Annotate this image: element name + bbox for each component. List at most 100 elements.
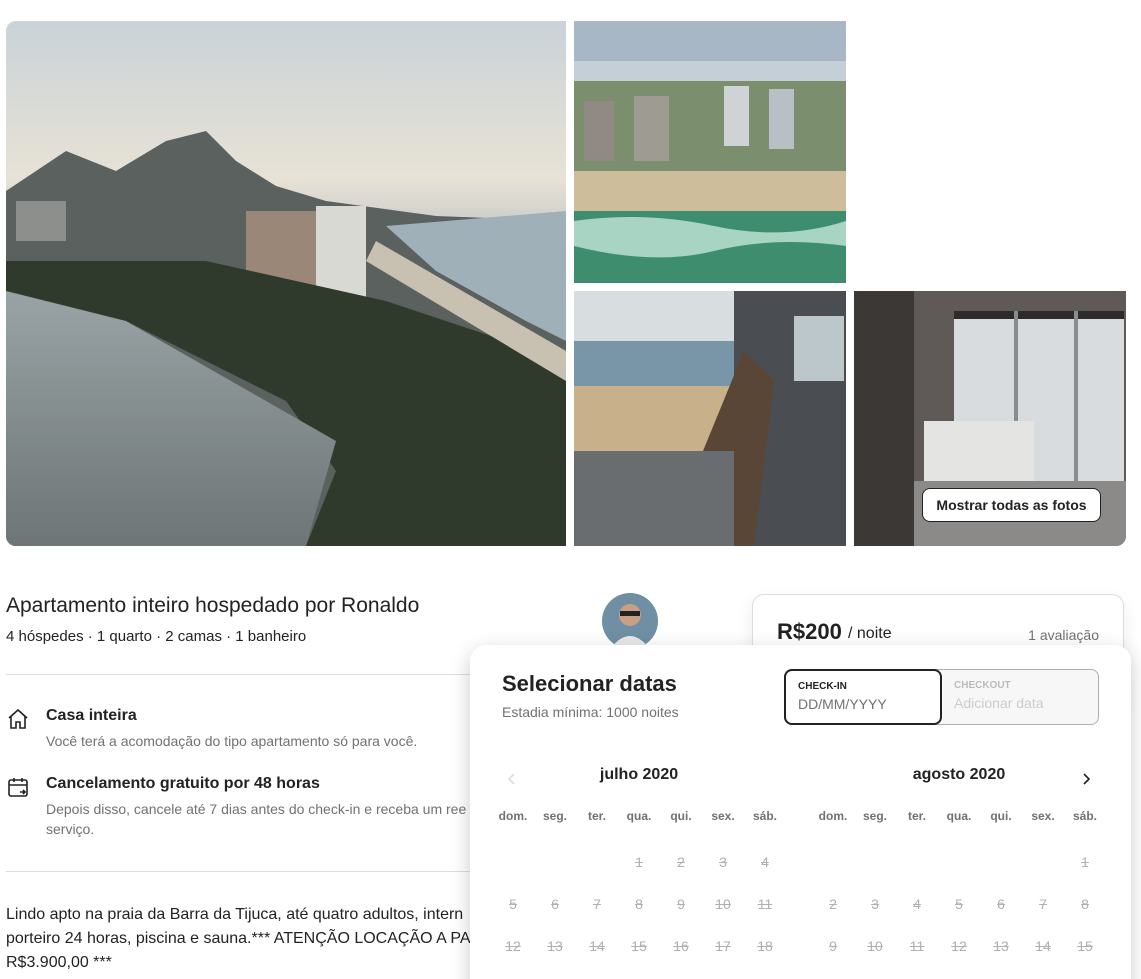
feature-description: Você terá a acomodação do tipo apartamen… — [46, 733, 418, 749]
checkin-label: CHECK-IN — [798, 681, 847, 692]
calendar-day-unavailable: 7 — [593, 896, 601, 912]
calendar-day-unavailable: 23 — [660, 967, 702, 979]
weekday-label: dom. — [818, 809, 848, 823]
calendar-day-unavailable: 11 — [909, 938, 925, 954]
calendar-day-unavailable: 6 — [997, 896, 1005, 912]
calendar-day-unavailable: 18 — [896, 967, 938, 979]
month-title: julho 2020 — [599, 766, 679, 783]
calendar-day-unavailable: 21 — [1022, 967, 1064, 979]
calendar-day-unavailable: 19 — [492, 967, 534, 979]
calendar-blank — [854, 841, 896, 883]
calendar-day-unavailable: 24 — [702, 967, 744, 979]
checkin-field[interactable]: CHECK-IN DD/MM/YYYY — [784, 669, 942, 725]
listing-description: Lindo apto na praia da Barra da Tijuca, … — [6, 906, 470, 971]
calendar-day-unavailable: 8 — [1081, 896, 1089, 912]
calendar-day-unavailable: 9 — [829, 938, 837, 954]
calendar-blank — [492, 841, 534, 883]
calendar-blank — [1022, 841, 1064, 883]
price-unit: / noite — [848, 625, 892, 642]
calendar-day-unavailable: 1 — [635, 854, 643, 870]
calendar-day-unavailable: 17 — [715, 938, 731, 954]
calendar-day-unavailable: 5 — [509, 896, 517, 912]
feature-description: Depois disso, cancele até 7 dias antes d… — [46, 801, 486, 837]
calendar-day-unavailable: 18 — [757, 938, 773, 954]
calendar-blank — [980, 841, 1022, 883]
listing-title: Apartamento inteiro hospedado por Ronald… — [6, 594, 420, 617]
show-all-photos-button[interactable]: Mostrar todas as fotos — [922, 488, 1101, 522]
calendar-month: agosto 2020 dom. seg. ter. qua. qui. sex. sáb.… — [812, 763, 1106, 954]
calendar-day-unavailable: 11 — [757, 896, 773, 912]
divider — [6, 871, 476, 872]
calendar-day-unavailable: 19 — [938, 967, 980, 979]
calendar-blank — [896, 841, 938, 883]
calendar-day-unavailable: 14 — [1035, 938, 1051, 954]
main-photo[interactable] — [6, 21, 566, 546]
host-avatar[interactable] — [602, 593, 658, 649]
reviews-link[interactable]: 1 avaliação — [1028, 627, 1099, 643]
weekday-row: dom. seg. ter. qua. qui. sex. sáb. — [812, 809, 1106, 823]
calendar-day-unavailable: 8 — [635, 896, 643, 912]
weekday-label: seg. — [862, 809, 887, 823]
calendar-day-unavailable: 22 — [618, 967, 660, 979]
calendar-day-unavailable: 13 — [993, 938, 1009, 954]
checkout-label: CHECKOUT — [954, 680, 1011, 691]
calendar-day-unavailable: 3 — [871, 896, 879, 912]
calendar-blank — [938, 841, 980, 883]
weekday-row: dom. seg. ter. qua. qui. sex. sáb. — [492, 809, 786, 823]
weekday-label: seg. — [542, 809, 567, 823]
calendar-day-unavailable: 17 — [854, 967, 896, 979]
weekday-label: qua. — [946, 809, 972, 823]
photo-balcony-hammock[interactable] — [574, 291, 846, 546]
feature-entire-home: Casa inteira Você terá a acomodação do t… — [6, 707, 476, 751]
feature-title: Cancelamento gratuito por 48 horas — [46, 775, 320, 792]
feature-title: Casa inteira — [46, 707, 137, 724]
weekday-label: ter. — [907, 809, 926, 823]
calendar-day-unavailable: 10 — [715, 896, 731, 912]
date-picker-popup: Selecionar datas Estadia mínima: 1000 no… — [470, 645, 1131, 979]
calendar-blank — [534, 841, 576, 883]
photo-beach-aerial[interactable] — [574, 21, 846, 283]
days-grid: 1234567891011121314151617181920212223242… — [492, 841, 786, 979]
checkout-field[interactable]: CHECKOUT Adicionar data — [942, 670, 1099, 726]
weekday-label: dom. — [498, 809, 528, 823]
divider — [6, 674, 476, 675]
calendar-day-unavailable: 13 — [547, 938, 563, 954]
calendar-day-unavailable: 5 — [955, 896, 963, 912]
days-grid: 12345678910111213141516171819202122 — [812, 841, 1106, 979]
listing-subtitle: 4 hóspedes · 1 quarto · 2 camas · 1 banh… — [6, 628, 307, 645]
calendar-day-unavailable: 14 — [589, 938, 605, 954]
home-icon — [6, 707, 30, 731]
calendar-day-unavailable: 3 — [719, 854, 727, 870]
weekday-label: qua. — [626, 809, 652, 823]
calendar-day-unavailable: 10 — [867, 938, 883, 954]
calendar-day-unavailable: 9 — [677, 896, 685, 912]
weekday-label: sáb. — [752, 809, 777, 823]
weekday-label: sáb. — [1072, 809, 1097, 823]
weekday-label: qui. — [670, 809, 692, 823]
calendar-day-unavailable: 16 — [812, 967, 854, 979]
minimum-stay: Estadia mínima: 1000 noites — [502, 704, 679, 720]
checkin-input[interactable]: DD/MM/YYYY — [798, 696, 928, 712]
datepicker-title: Selecionar datas — [502, 671, 677, 696]
feature-free-cancellation: Cancelamento gratuito por 48 horas Depoi… — [6, 775, 486, 839]
calendar-day-unavailable: 2 — [829, 896, 837, 912]
weekday-label: sex. — [1031, 809, 1055, 823]
weekday-label: ter. — [587, 809, 606, 823]
calendar-day-unavailable: 6 — [551, 896, 559, 912]
month-title: agosto 2020 — [912, 766, 1006, 783]
calendar-day-unavailable: 25 — [744, 967, 786, 979]
calendar-day-unavailable: 16 — [673, 938, 689, 954]
price: R$200 — [777, 619, 842, 644]
calendar-blank — [812, 841, 854, 883]
calendar-day-unavailable: 1 — [1081, 854, 1089, 870]
calendar-day-unavailable: 12 — [505, 938, 521, 954]
calendar-day-unavailable: 21 — [576, 967, 618, 979]
weekday-label: qui. — [990, 809, 1012, 823]
calendar-day-unavailable: 7 — [1039, 896, 1047, 912]
checkout-input[interactable]: Adicionar data — [954, 695, 1087, 711]
calendar-day-unavailable: 4 — [761, 854, 769, 870]
calendar-day-unavailable: 15 — [631, 938, 647, 954]
calendar-day-unavailable: 2 — [677, 854, 685, 870]
calendar-day-unavailable: 15 — [1077, 938, 1093, 954]
calendar-day-unavailable: 20 — [534, 967, 576, 979]
